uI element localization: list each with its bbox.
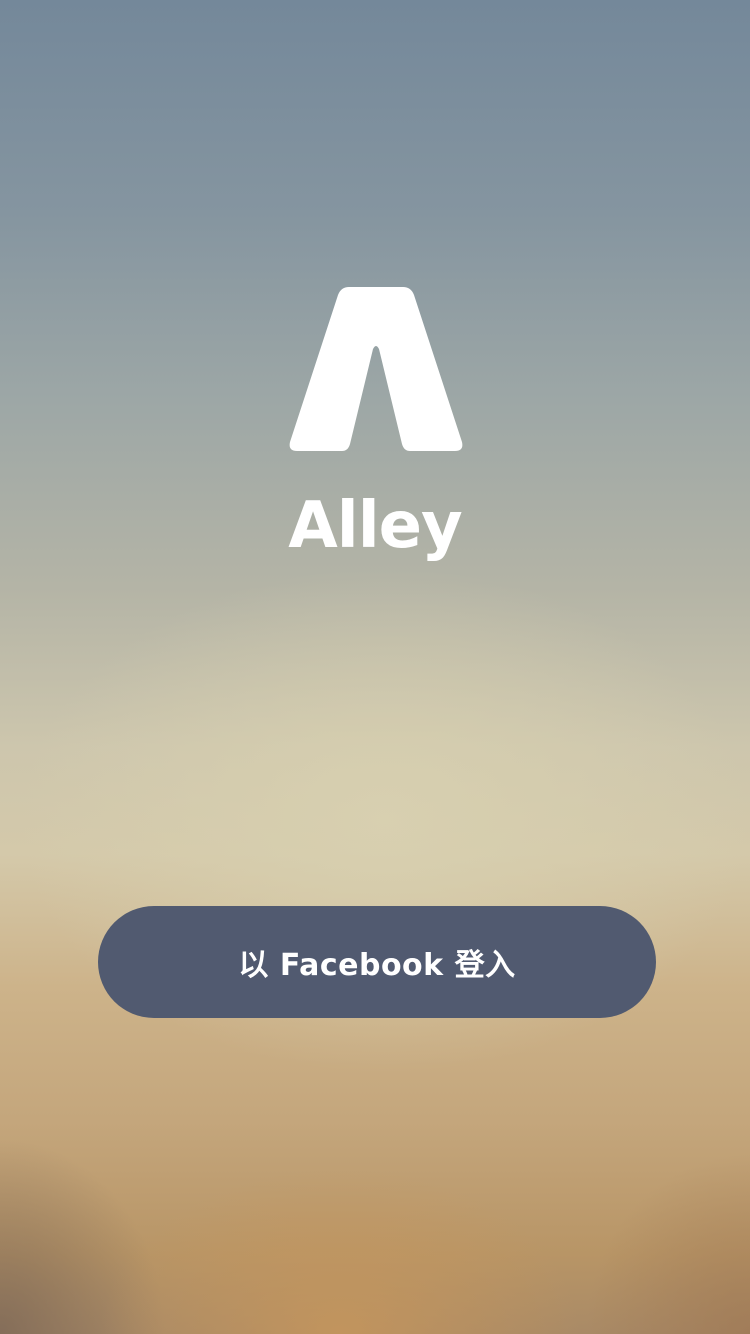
app-name: Alley xyxy=(288,489,463,563)
facebook-login-button[interactable]: 以 Facebook 登入 xyxy=(98,906,656,1018)
alley-logo-icon xyxy=(289,287,463,451)
facebook-login-label: 以 Facebook 登入 xyxy=(238,948,516,983)
